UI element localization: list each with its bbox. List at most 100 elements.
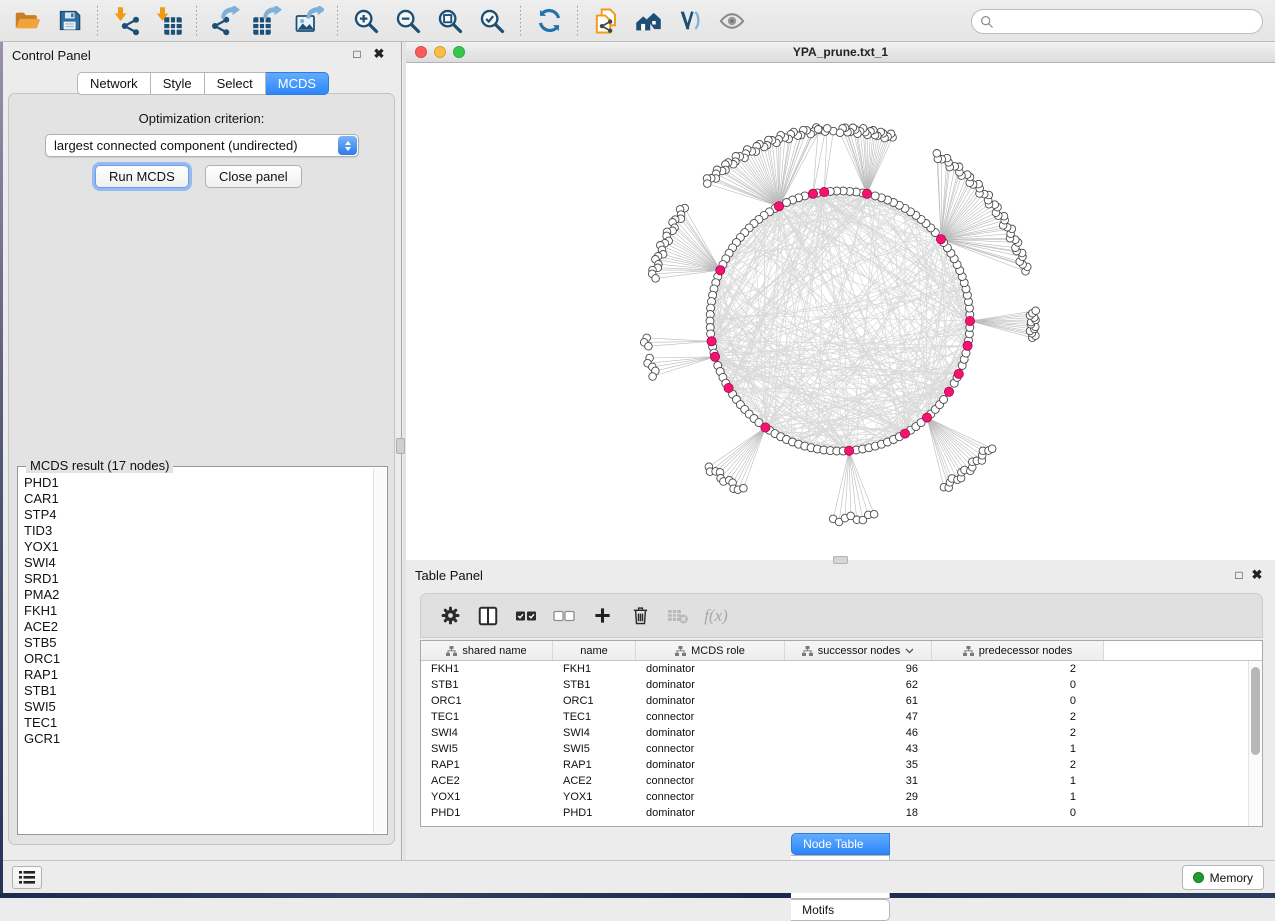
tab-network[interactable]: Network [77, 72, 151, 95]
run-mcds-button[interactable]: Run MCDS [95, 165, 189, 188]
table-row[interactable]: SWI4SWI4dominator462 [421, 725, 1248, 741]
table-row[interactable]: ORC1ORC1dominator610 [421, 693, 1248, 709]
horizontal-splitter-grip[interactable] [833, 556, 848, 564]
select-stepper-icon [338, 136, 357, 155]
cell-predecessor_nodes: 0 [932, 807, 1090, 819]
search-box[interactable] [971, 9, 1263, 34]
toolbar-separator [97, 6, 98, 36]
float-panel-icon[interactable]: □ [349, 46, 365, 62]
optimization-criterion-select[interactable]: largest connected component (undirected) [45, 134, 359, 157]
column-header-name[interactable]: name [553, 641, 636, 660]
table-row[interactable]: YOX1YOX1connector291 [421, 789, 1248, 805]
refresh-view-icon[interactable] [531, 4, 567, 38]
result-item[interactable]: TEC1 [24, 715, 371, 731]
cell-predecessor_nodes: 0 [932, 679, 1090, 691]
table-scrollbar[interactable] [1248, 661, 1262, 826]
column-header-shared-name[interactable]: shared name [421, 641, 553, 660]
result-item[interactable]: TID3 [24, 523, 371, 539]
toolbar-separator [196, 6, 197, 36]
import-table-icon[interactable] [150, 4, 186, 38]
select-value: largest connected component (undirected) [46, 138, 338, 153]
close-panel-button[interactable]: Close panel [205, 165, 302, 188]
table-header-row: shared namenameMCDS rolesuccessor nodesp… [421, 641, 1262, 661]
clone-network-icon[interactable] [588, 4, 624, 38]
result-item[interactable]: ORC1 [24, 651, 371, 667]
save-session-icon[interactable] [51, 4, 87, 38]
cell-name: ACE2 [553, 775, 636, 787]
mcds-result-box: MCDS result (17 nodes) PHD1CAR1STP4TID3Y… [17, 466, 388, 835]
result-item[interactable]: STB1 [24, 683, 371, 699]
result-item[interactable]: STP4 [24, 507, 371, 523]
zoom-fit-icon[interactable] [432, 4, 468, 38]
network-graph-canvas[interactable] [406, 63, 1275, 560]
result-item[interactable]: CAR1 [24, 491, 371, 507]
close-panel-icon[interactable]: ✖ [371, 46, 387, 62]
select-all-icon[interactable] [509, 601, 543, 631]
table-scrollbar-thumb[interactable] [1251, 667, 1260, 755]
close-table-panel-icon[interactable]: ✖ [1249, 567, 1265, 583]
mcds-result-list[interactable]: PHD1CAR1STP4TID3YOX1SWI4SRD1PMA2FKH1ACE2… [19, 475, 371, 832]
zoom-selected-icon[interactable] [474, 4, 510, 38]
zoom-in-icon[interactable] [348, 4, 384, 38]
main-toolbar [0, 0, 1275, 42]
vizmapper-icon[interactable] [672, 4, 708, 38]
cell-successor_nodes: 96 [785, 663, 932, 675]
result-item[interactable]: SWI4 [24, 555, 371, 571]
result-item[interactable]: RAP1 [24, 667, 371, 683]
table-row[interactable]: STB1STB1dominator620 [421, 677, 1248, 693]
table-row[interactable]: ACE2ACE2connector311 [421, 773, 1248, 789]
cell-name: PHD1 [553, 807, 636, 819]
network-window-title: YPA_prune.txt_1 [406, 45, 1275, 59]
task-history-button[interactable] [12, 866, 42, 889]
column-header-MCDS-role[interactable]: MCDS role [636, 641, 785, 660]
vertical-splitter-grip[interactable] [396, 438, 405, 454]
tab-node-table[interactable]: Node Table [791, 833, 890, 855]
add-column-icon[interactable] [585, 601, 619, 631]
result-item[interactable]: FKH1 [24, 603, 371, 619]
result-item[interactable]: SRD1 [24, 571, 371, 587]
memory-button[interactable]: Memory [1182, 865, 1264, 890]
result-item[interactable]: ACE2 [24, 619, 371, 635]
show-hide-icon[interactable] [714, 4, 750, 38]
function-builder-disabled-icon: f(x) [699, 601, 733, 631]
table-row[interactable]: RAP1RAP1dominator352 [421, 757, 1248, 773]
float-table-panel-icon[interactable]: □ [1231, 567, 1247, 583]
result-item[interactable]: PMA2 [24, 587, 371, 603]
result-item[interactable]: SWI5 [24, 699, 371, 715]
result-item[interactable]: STB5 [24, 635, 371, 651]
result-item[interactable]: PHD1 [24, 475, 371, 491]
deselect-all-icon[interactable] [547, 601, 581, 631]
search-input[interactable] [994, 14, 1254, 30]
export-image-icon[interactable] [291, 4, 327, 38]
cell-predecessor_nodes: 0 [932, 695, 1090, 707]
cell-successor_nodes: 31 [785, 775, 932, 787]
open-file-icon[interactable] [9, 4, 45, 38]
column-header-predecessor-nodes[interactable]: predecessor nodes [932, 641, 1104, 660]
table-row[interactable]: PHD1PHD1dominator180 [421, 805, 1248, 821]
table-row[interactable]: FKH1FKH1dominator962 [421, 661, 1248, 677]
gear-icon[interactable] [433, 601, 467, 631]
cell-predecessor_nodes: 2 [932, 727, 1090, 739]
import-network-icon[interactable] [108, 4, 144, 38]
table-row[interactable]: SWI5SWI5connector431 [421, 741, 1248, 757]
export-table-icon[interactable] [249, 4, 285, 38]
tab-motifs[interactable]: Motifs [791, 899, 890, 921]
genemania-icon[interactable] [630, 4, 666, 38]
table-row[interactable]: TEC1TEC1connector472 [421, 709, 1248, 725]
zoom-out-icon[interactable] [390, 4, 426, 38]
tab-style[interactable]: Style [151, 72, 205, 95]
network-window-titlebar[interactable]: YPA_prune.txt_1 [406, 42, 1275, 63]
tab-mcds[interactable]: MCDS [266, 72, 329, 95]
cell-shared_name: FKH1 [421, 663, 553, 675]
tab-select[interactable]: Select [205, 72, 266, 95]
result-item[interactable]: GCR1 [24, 731, 371, 747]
export-network-icon[interactable] [207, 4, 243, 38]
cell-name: SWI4 [553, 727, 636, 739]
result-item[interactable]: YOX1 [24, 539, 371, 555]
result-scrollbar[interactable] [373, 468, 386, 833]
delete-column-icon[interactable] [623, 601, 657, 631]
control-panel-header: Control Panel □ ✖ [3, 42, 401, 68]
split-panel-icon[interactable] [471, 601, 505, 631]
cell-name: STB1 [553, 679, 636, 691]
column-header-successor-nodes[interactable]: successor nodes [785, 641, 932, 660]
